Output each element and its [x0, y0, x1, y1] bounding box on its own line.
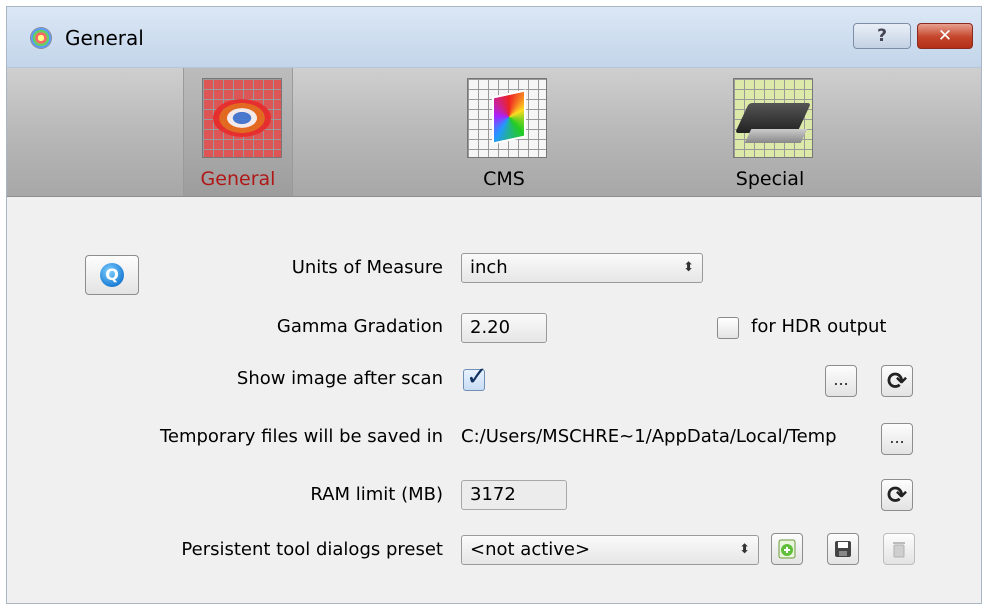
units-value: inch [470, 257, 508, 278]
ram-limit-input[interactable]: 3172 [461, 480, 567, 510]
window-title: General [65, 26, 144, 50]
tab-bar: General CMS Special [7, 68, 981, 197]
units-select[interactable]: inch ⬍ [461, 253, 703, 283]
hdr-output-checkbox[interactable] [717, 317, 739, 339]
preset-select[interactable]: <not active> ⬍ [461, 535, 759, 565]
check-icon: ✓ [466, 362, 488, 392]
show-image-reset-button[interactable]: ⟳ [881, 365, 913, 397]
tab-label: Special [735, 168, 805, 190]
trash-icon [893, 542, 905, 558]
show-image-browse-button[interactable]: ... [825, 365, 857, 397]
add-preset-icon [778, 539, 796, 559]
units-label: Units of Measure [291, 257, 443, 278]
info-button[interactable]: Q [85, 255, 139, 295]
refresh-icon: ⟳ [886, 481, 908, 509]
dialog-window: General ? ✕ General CMS Special Q Units … [6, 6, 982, 604]
gamma-label: Gamma Gradation [276, 316, 443, 337]
tab-general[interactable]: General [183, 68, 293, 196]
close-button[interactable]: ✕ [917, 23, 973, 49]
show-image-label: Show image after scan [236, 368, 443, 389]
save-icon [835, 541, 851, 557]
tab-cms[interactable]: CMS [449, 68, 559, 196]
general-settings-panel: Q Units of Measure inch ⬍ Gamma Gradatio… [7, 197, 981, 603]
chevron-updown-icon: ⬍ [739, 542, 750, 557]
chevron-updown-icon: ⬍ [683, 260, 694, 275]
color-target-icon [202, 78, 282, 158]
ram-limit-label: RAM limit (MB) [310, 484, 443, 505]
delete-preset-button[interactable] [883, 533, 915, 565]
tab-special[interactable]: Special [715, 68, 825, 196]
scanner-icon [733, 78, 813, 158]
title-bar: General ? ✕ [7, 7, 981, 68]
app-icon [31, 28, 51, 48]
refresh-icon: ⟳ [886, 367, 908, 395]
gamma-input[interactable]: 2.20 [461, 313, 547, 343]
tab-label: CMS [483, 168, 525, 190]
temp-files-path: C:/Users/MSCHRE~1/AppData/Local/Temp [461, 426, 837, 447]
temp-files-label: Temporary files will be saved in [159, 426, 443, 447]
temp-files-browse-button[interactable]: ... [881, 423, 913, 455]
ram-limit-reset-button[interactable]: ⟳ [881, 479, 913, 511]
preset-label: Persistent tool dialogs preset [181, 539, 443, 560]
save-preset-button[interactable] [827, 533, 859, 565]
add-preset-button[interactable] [771, 533, 803, 565]
help-button[interactable]: ? [853, 23, 911, 49]
color-profile-icon [467, 78, 547, 158]
show-image-checkbox[interactable]: ✓ [463, 362, 488, 392]
tab-label: General [200, 168, 276, 190]
info-icon: Q [100, 263, 124, 287]
preset-value: <not active> [470, 539, 591, 560]
hdr-output-label: for HDR output [751, 316, 887, 337]
